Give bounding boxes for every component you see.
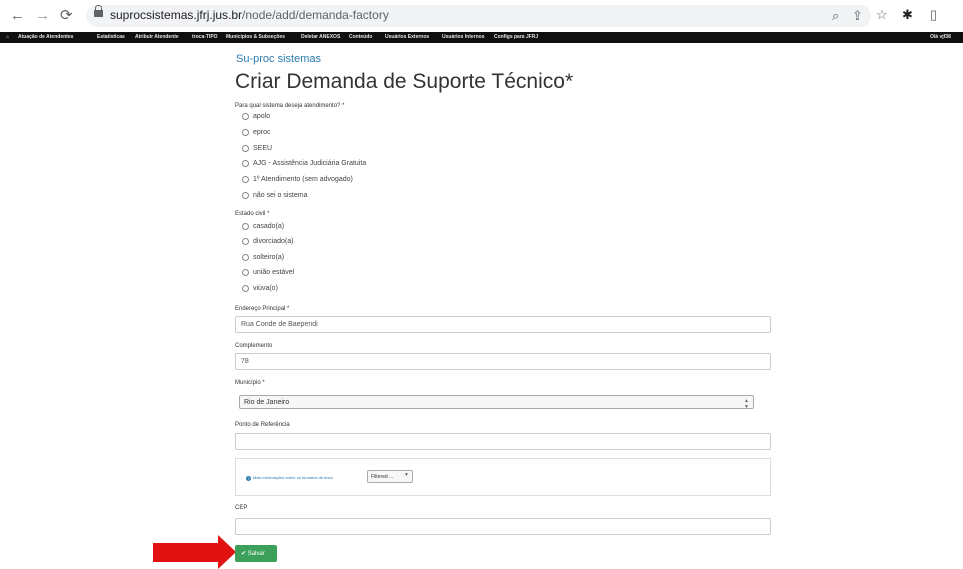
radio-sistema-seeu[interactable]: SEEU — [242, 145, 272, 155]
radio-sistema-eproc[interactable]: eproc — [242, 129, 271, 139]
back-icon[interactable]: ← — [10, 7, 25, 25]
radio-estado-solteiro[interactable]: solteiro(a) — [242, 254, 284, 264]
save-button[interactable]: ✔ Salvar — [235, 545, 277, 562]
toolbar-item-deletar-anexos[interactable]: Deletar ANEXOS — [301, 33, 340, 42]
text-format-select[interactable]: Filtered ... ▼ — [367, 470, 413, 483]
forward-icon[interactable]: → — [35, 7, 50, 25]
radio-icon[interactable] — [242, 192, 249, 199]
cep-field[interactable] — [235, 518, 771, 535]
lock-icon[interactable] — [94, 5, 103, 17]
toolbar-item-usuarios-externos[interactable]: Usuários Externos — [385, 33, 429, 42]
radio-icon[interactable] — [242, 113, 249, 120]
address-bar[interactable]: suprocsistemas.jfrj.jus.br/node/add/dema… — [86, 5, 871, 27]
estado-civil-label: Estado civil * — [235, 211, 270, 217]
endereco-label: Endereço Principal * — [235, 306, 290, 312]
complemento-label: Complemento — [235, 343, 273, 349]
chevron-down-icon: ▲ ▼ — [744, 398, 749, 410]
star-icon[interactable]: ☆ — [876, 8, 888, 22]
toolbar-item-troca-tipo[interactable]: troca-TIPO — [192, 33, 218, 42]
complemento-field[interactable]: 78 — [235, 353, 771, 370]
ponto-referencia-field[interactable] — [235, 433, 771, 450]
reload-icon[interactable]: ⟳ — [60, 7, 73, 25]
annotation-arrow — [153, 543, 219, 562]
toolbar-item-usuarios-internos[interactable]: Usuários Internos — [442, 33, 485, 42]
radio-estado-divorciado[interactable]: divorciado(a) — [242, 238, 293, 248]
sistema-label: Para qual sistema deseja atendimento? * — [235, 103, 345, 109]
radio-estado-casado[interactable]: casado(a) — [242, 223, 284, 233]
admin-toolbar: ⌂ Atuação de Atendentes Estatísticas Atr… — [0, 32, 963, 43]
site-name[interactable]: Su-proc sistemas — [236, 53, 321, 65]
radio-icon[interactable] — [242, 145, 249, 152]
municipio-label: Município * — [235, 380, 265, 386]
municipio-select[interactable]: Rio de Janeiro ▲ ▼ — [239, 395, 754, 410]
radio-icon[interactable] — [242, 269, 249, 276]
radio-icon[interactable] — [242, 129, 249, 136]
toolbar-item-atuacao[interactable]: Atuação de Atendentes — [18, 33, 73, 42]
ponto-referencia-label: Ponto de Referência — [235, 422, 290, 428]
check-icon: ✔ — [241, 551, 247, 557]
toolbar-item-municipios[interactable]: Municípios & Subseções — [226, 33, 285, 42]
browser-chrome: ← → ⟳ suprocsistemas.jfrj.jus.br/node/ad… — [0, 0, 963, 32]
share-icon[interactable]: ⇪ — [852, 9, 863, 23]
toolbar-item-conteudo[interactable]: Conteúdo — [349, 33, 372, 42]
url-text[interactable]: suprocsistemas.jfrj.jus.br/node/add/dema… — [110, 8, 389, 22]
radio-estado-uniao-estavel[interactable]: união estável — [242, 269, 294, 279]
text-format-help-link[interactable]: Mais informações sobre os formatos de te… — [253, 475, 333, 480]
radio-icon[interactable] — [242, 160, 249, 167]
toolbar-item-configs[interactable]: Configs para JFRJ — [494, 33, 538, 42]
chevron-down-icon: ▼ — [404, 472, 409, 478]
endereco-field[interactable]: Rua Conde de Baependi — [235, 316, 771, 333]
radio-icon[interactable] — [242, 238, 249, 245]
sidepanel-icon[interactable]: ▯ — [930, 8, 937, 22]
toolbar-item-estatisticas[interactable]: Estatísticas — [97, 33, 125, 42]
page-title: Criar Demanda de Suporte Técnico* — [235, 70, 574, 93]
radio-icon[interactable] — [242, 223, 249, 230]
radio-sistema-nao-sei[interactable]: não sei o sistema — [242, 192, 307, 202]
user-greeting[interactable]: Olá vjf38 — [930, 33, 951, 42]
info-icon: ? — [246, 476, 251, 481]
text-format-box: ? Mais informações sobre os formatos de … — [235, 458, 771, 496]
home-icon[interactable]: ⌂ — [6, 33, 9, 42]
annotation-arrow-head — [218, 535, 236, 569]
radio-icon[interactable] — [242, 285, 249, 292]
radio-sistema-apolo[interactable]: apolo — [242, 113, 270, 123]
toolbar-item-atribuir[interactable]: Atribuir Atendente — [135, 33, 179, 42]
cep-label: CEP — [235, 505, 248, 511]
radio-sistema-ajg[interactable]: AJG - Assistência Judiciária Gratuita — [242, 160, 366, 170]
zoom-icon[interactable]: ⌕ — [832, 9, 839, 23]
radio-estado-viuvo[interactable]: viúva(o) — [242, 285, 278, 295]
extensions-icon[interactable]: ✱ — [902, 8, 913, 22]
radio-icon[interactable] — [242, 176, 249, 183]
radio-icon[interactable] — [242, 254, 249, 261]
radio-sistema-1-atendimento[interactable]: 1º Atendimento (sem advogado) — [242, 176, 353, 186]
